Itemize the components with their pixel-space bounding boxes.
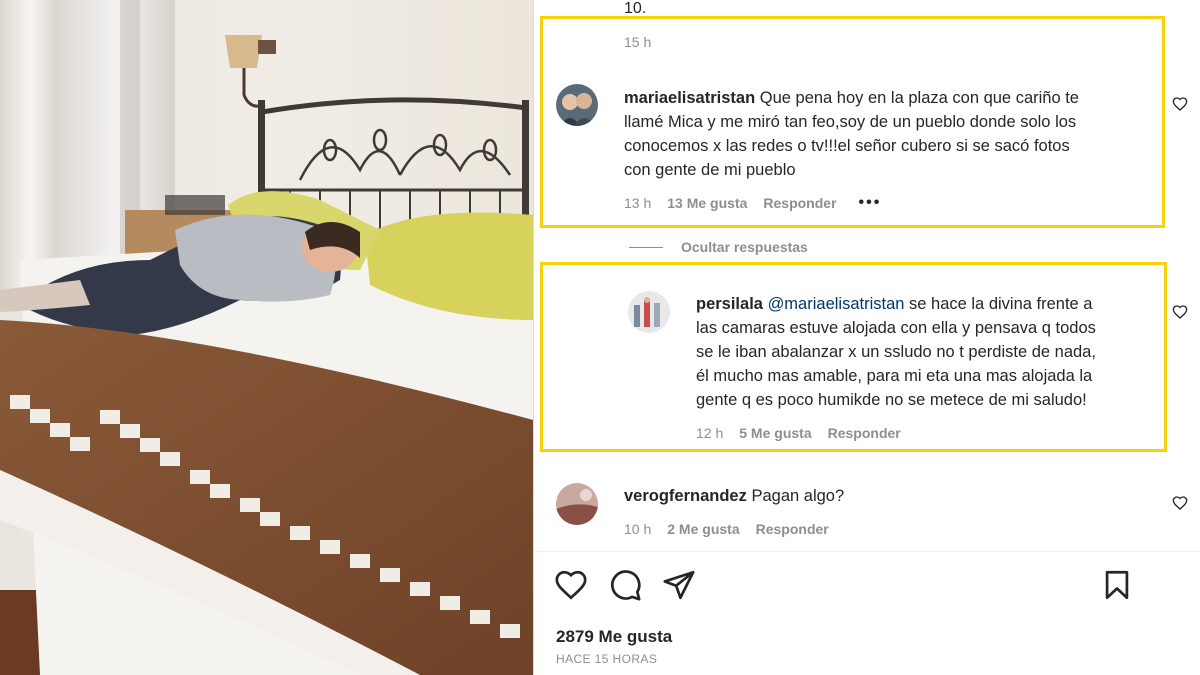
hide-replies-line xyxy=(629,246,663,248)
share-icon[interactable] xyxy=(662,568,696,602)
comments-panel: 10. 15 h mariaelisatristan Que pena hoy … xyxy=(533,0,1200,675)
avatar-image xyxy=(556,84,598,126)
reply-mention[interactable]: @mariaelisatristan xyxy=(768,295,905,313)
divider xyxy=(534,551,1200,552)
avatar[interactable] xyxy=(628,291,670,333)
comment-meta: 13 h 13 Me gusta Responder ••• xyxy=(624,194,881,212)
reply-line: él mucho mas amable, para mi eta una mas… xyxy=(696,367,1093,385)
comment-time[interactable]: 10 h xyxy=(624,521,651,537)
comment-line: Que pena hoy en la plaza con que cariño … xyxy=(759,89,1079,107)
reply-button[interactable]: Responder xyxy=(828,425,901,441)
comment-username[interactable]: mariaelisatristan xyxy=(624,89,755,107)
more-options-icon[interactable]: ••• xyxy=(859,194,882,212)
comment-likes[interactable]: 2 Me gusta xyxy=(667,521,739,537)
reply-time[interactable]: 12 h xyxy=(696,425,723,441)
reply-text: persilala @mariaelisatristan se hace la … xyxy=(696,292,1146,412)
post-timestamp: HACE 15 HORAS xyxy=(556,652,658,666)
reply-line: se le iban abalanzar x un ssludo no t pe… xyxy=(696,343,1096,361)
hide-replies-label: Ocultar respuestas xyxy=(681,239,808,255)
heart-icon[interactable] xyxy=(1172,304,1188,320)
post-actions xyxy=(554,568,1134,604)
reply-line: las camaras estuve alojada con ella y pe… xyxy=(696,319,1096,337)
hide-replies-button[interactable]: Ocultar respuestas xyxy=(629,239,808,255)
bedroom-photo xyxy=(0,0,533,675)
comment-likes[interactable]: 13 Me gusta xyxy=(667,195,747,211)
comment-line: con gente de mi pueblo xyxy=(624,161,796,179)
comment-text: verogfernandez Pagan algo? xyxy=(624,484,1124,508)
reply-button[interactable]: Responder xyxy=(756,521,829,537)
comment-line: Pagan algo? xyxy=(751,487,845,505)
reply-button[interactable]: Responder xyxy=(763,195,836,211)
heart-icon[interactable] xyxy=(1172,96,1188,112)
comment-meta: 10 h 2 Me gusta Responder xyxy=(624,521,829,537)
post-likes-count[interactable]: 2879 Me gusta xyxy=(556,627,672,647)
reply-line: se hace la divina frente a xyxy=(904,295,1093,313)
reply-username[interactable]: persilala xyxy=(696,295,763,313)
heart-icon[interactable] xyxy=(1172,495,1188,511)
comment-line: conocemos x las redes o tv!!!el señor cu… xyxy=(624,137,1070,155)
comment-text: mariaelisatristan Que pena hoy en la pla… xyxy=(624,86,1144,182)
post-photo xyxy=(0,0,533,675)
avatar-image xyxy=(628,291,670,333)
comment-username[interactable]: verogfernandez xyxy=(624,487,747,505)
reply-line: gente q es poco humikde no se metece de … xyxy=(696,391,1087,409)
reply-meta: 12 h 5 Me gusta Responder xyxy=(696,425,901,441)
heart-icon[interactable] xyxy=(554,568,588,602)
avatar-image xyxy=(556,483,598,525)
comment-line: llamé Mica y me miró tan feo,soy de un p… xyxy=(624,113,1077,131)
avatar[interactable] xyxy=(556,84,598,126)
reply-likes[interactable]: 5 Me gusta xyxy=(739,425,811,441)
comment-icon[interactable] xyxy=(608,568,642,602)
bookmark-icon[interactable] xyxy=(1100,568,1134,602)
avatar[interactable] xyxy=(556,483,598,525)
comment-time[interactable]: 13 h xyxy=(624,195,651,211)
